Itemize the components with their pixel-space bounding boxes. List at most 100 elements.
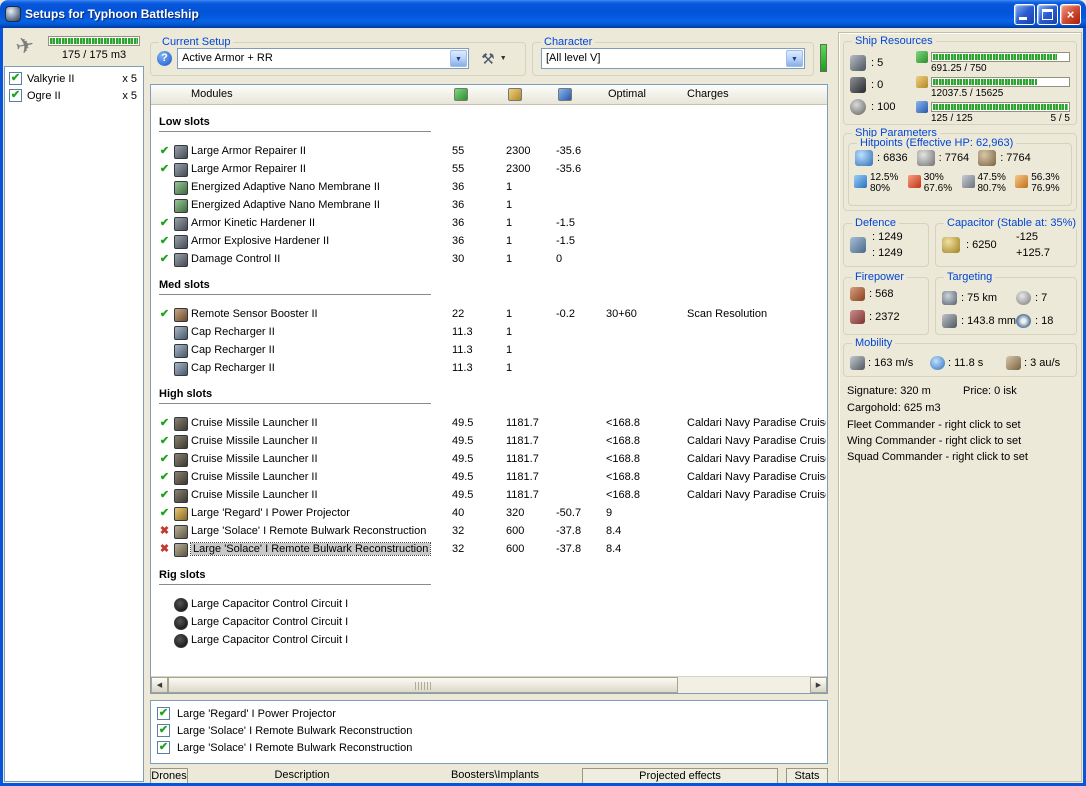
module-row[interactable]: ✔ Cruise Missile Launcher II 49.5 1181.7 <16… (151, 469, 827, 487)
drone-list-item[interactable]: ✔ Ogre II x 5 (5, 87, 143, 104)
projected-effect-item[interactable]: ✔ Large 'Solace' I Remote Bulwark Reconst… (157, 722, 821, 739)
projected-effects-panel[interactable]: ✔ Large 'Regard' I Power Projector ✔ Large … (150, 700, 828, 764)
module-row[interactable]: ✔ Armor Kinetic Hardener II 36 1 -1.5 (151, 215, 827, 233)
squad-commander-text[interactable]: Squad Commander - right click to set (847, 451, 1028, 463)
explosive-armor-resist-value: 76.9% (1031, 183, 1060, 194)
explosive-damage-icon (1015, 175, 1029, 188)
sensor-strength-icon (1016, 313, 1032, 328)
module-row[interactable]: ✖ Large 'Solace' I Remote Bulwark Reconst… (151, 523, 827, 541)
drone-checkbox[interactable]: ✔ (9, 89, 22, 102)
setup-select[interactable]: Active Armor + RR ▼ (177, 48, 469, 69)
module-row[interactable]: Energized Adaptive Nano Membrane II 36 1 (151, 179, 827, 197)
module-cpu-value: 32 (452, 525, 465, 537)
module-optimal-value: <168.8 (606, 471, 640, 483)
help-icon[interactable]: ? (157, 51, 172, 66)
module-powergrid-value: 600 (506, 543, 525, 555)
drone-list-item[interactable]: ✔ Valkyrie II x 5 (5, 70, 143, 87)
explosive-resist: 56.3% 76.9% (1015, 172, 1069, 194)
module-row[interactable]: Cap Recharger II 11.3 1 (151, 324, 827, 342)
fleet-commander-text[interactable]: Fleet Commander - right click to set (847, 419, 1021, 431)
module-row[interactable]: ✔ Cruise Missile Launcher II 49.5 1181.7 <16… (151, 415, 827, 433)
module-name: Large Armor Repairer II (191, 145, 306, 157)
projected-effect-item[interactable]: ✔ Large 'Solace' I Remote Bulwark Reconst… (157, 739, 821, 756)
projected-effect-checkbox[interactable]: ✔ (157, 741, 170, 754)
scroll-right-button[interactable]: ▶ (810, 677, 827, 693)
fitted-ok-icon: ✔ (159, 145, 170, 157)
tab-description[interactable]: Description (266, 768, 338, 784)
slot-section-title: High slots (159, 388, 431, 404)
bottom-tab-bar: Drones Description Boosters\Implants Pro… (150, 768, 828, 784)
setup-tools-button[interactable]: ⚒ ▼ (471, 48, 517, 69)
warp-speed-value: : 3 au/s (1024, 357, 1061, 369)
module-row[interactable]: Energized Adaptive Nano Membrane II 36 1 (151, 197, 827, 215)
thermal-armor-resist-value: 67.6% (923, 183, 953, 194)
slot-section-title: Low slots (159, 116, 431, 132)
module-row[interactable]: ✔ Large Armor Repairer II 55 2300 -35.6 (151, 161, 827, 179)
module-row[interactable]: Cap Recharger II 11.3 1 (151, 342, 827, 360)
module-row[interactable]: ✔ Cruise Missile Launcher II 49.5 1181.7 <16… (151, 433, 827, 451)
module-row[interactable]: ✖ Large 'Solace' I Remote Bulwark Reconst… (151, 541, 827, 559)
module-row[interactable]: Large Capacitor Control Circuit I (151, 596, 827, 614)
drone-checkbox[interactable]: ✔ (9, 72, 22, 85)
wing-commander-text[interactable]: Wing Commander - right click to set (847, 435, 1021, 447)
module-name: Large Capacitor Control Circuit I (191, 616, 349, 628)
scrollbar-thumb[interactable] (168, 677, 678, 693)
module-powergrid-value: 1 (506, 199, 513, 211)
module-name: Energized Adaptive Nano Membrane II (191, 199, 380, 211)
module-optimal-value: 8.4 (606, 525, 622, 537)
scan-resolution-value: : 143.8 mm (961, 314, 1017, 327)
remote-armor-repair-icon (174, 543, 188, 557)
scroll-left-button[interactable]: ◀ (151, 677, 168, 693)
character-select[interactable]: [All level V] ▼ (541, 48, 805, 69)
module-row[interactable]: ✔ Cruise Missile Launcher II 49.5 1181.7 <16… (151, 451, 827, 469)
capacitor-usage-value: -125 (1016, 231, 1039, 243)
maximize-button[interactable] (1037, 3, 1058, 25)
character-dropdown-arrow-icon[interactable]: ▼ (786, 50, 803, 67)
powergrid-bar (931, 76, 1070, 87)
power-projector-icon (174, 507, 188, 521)
cargohold-text: Cargohold: 625 m3 (847, 402, 941, 414)
module-cpu-value: 11.3 (452, 326, 473, 338)
module-row[interactable]: ✔ Large Armor Repairer II 55 2300 -35.6 (151, 143, 827, 161)
app-icon (5, 6, 21, 22)
cap-recharger-icon (174, 326, 188, 340)
align-time-value: : 11.8 s (948, 357, 984, 369)
tab-projected-effects[interactable]: Projected effects (582, 768, 778, 784)
module-cpu-value: 49.5 (452, 453, 474, 465)
tab-stats[interactable]: Stats (786, 768, 828, 784)
module-cpu-value: 49.5 (452, 489, 474, 501)
module-powergrid-value: 1181.7 (506, 453, 539, 465)
module-powergrid-value: 1 (506, 362, 513, 374)
setup-dropdown-arrow-icon[interactable]: ▼ (450, 50, 467, 67)
em-damage-icon (854, 175, 867, 188)
drone-list[interactable]: ✔ Valkyrie II x 5 ✔ Ogre II x 5 (4, 66, 144, 782)
projected-effect-item[interactable]: ✔ Large 'Regard' I Power Projector (157, 705, 821, 722)
module-row[interactable]: ✔ Damage Control II 30 1 0 (151, 251, 827, 269)
module-row[interactable]: ✔ Remote Sensor Booster II 22 1 -0.2 30+60 Sca… (151, 306, 827, 324)
module-row[interactable]: Cap Recharger II 11.3 1 (151, 360, 827, 378)
module-powergrid-value: 1 (506, 326, 513, 338)
em-resist: 12.5% 80% (854, 172, 908, 194)
module-row[interactable]: Large Capacitor Control Circuit I (151, 632, 827, 650)
module-list[interactable]: Low slots ✔ Large Armor Repairer II 55 2300 -… (151, 106, 827, 676)
minimize-button[interactable] (1014, 3, 1035, 25)
mobility-group: Mobility : 163 m/s : 11.8 s : 3 au/s (843, 337, 1077, 377)
projected-effect-checkbox[interactable]: ✔ (157, 724, 170, 737)
module-cpu-value: 49.5 (452, 435, 474, 447)
module-row[interactable]: ✔ Cruise Missile Launcher II 49.5 1181.7 <16… (151, 487, 827, 505)
module-optimal-value: 9 (606, 507, 613, 519)
tab-drones[interactable]: Drones (150, 768, 188, 784)
title-bar[interactable]: Setups for Typhoon Battleship × (0, 0, 1086, 28)
powergrid-icon (916, 75, 928, 88)
defence-icon (850, 237, 866, 253)
close-button[interactable]: × (1060, 3, 1081, 25)
tab-boosters-implants[interactable]: Boosters\Implants (448, 768, 542, 784)
tools-icon: ⚒ (481, 50, 495, 68)
module-row[interactable]: ✔ Armor Explosive Hardener II 36 1 -1.5 (151, 233, 827, 251)
nano-membrane-icon (174, 199, 188, 213)
module-row[interactable]: ✔ Large 'Regard' I Power Projector 40 320 -5… (151, 505, 827, 523)
projected-effect-checkbox[interactable]: ✔ (157, 707, 170, 720)
cap-recharger-icon (174, 344, 188, 358)
horizontal-scrollbar[interactable]: ◀ ▶ (151, 676, 827, 693)
module-row[interactable]: Large Capacitor Control Circuit I (151, 614, 827, 632)
